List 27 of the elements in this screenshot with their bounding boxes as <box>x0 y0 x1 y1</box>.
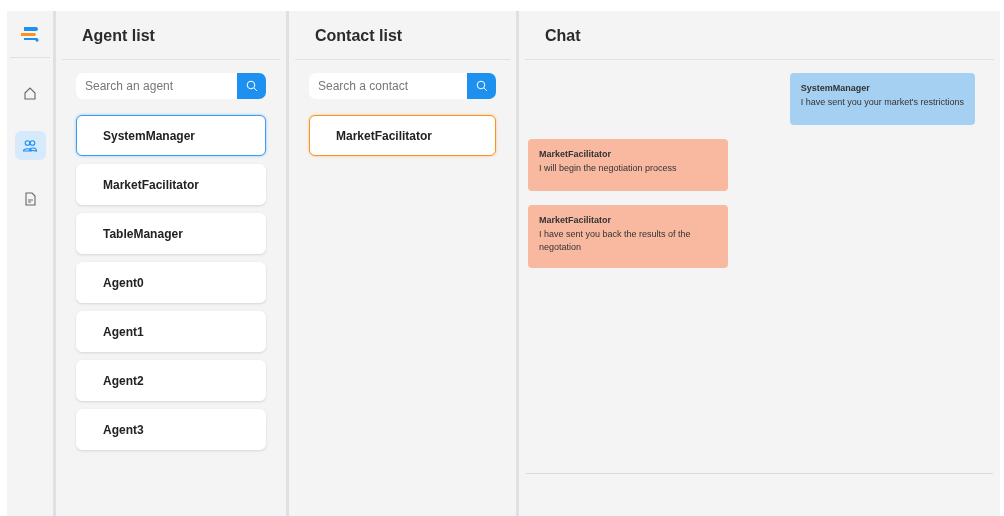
nav-button[interactable] <box>14 131 46 160</box>
message-text: I have sent you your market's restrictions <box>800 95 964 109</box>
search-button[interactable] <box>467 73 496 99</box>
search-icon <box>245 80 258 92</box>
message-text: I will begin the negotiation process <box>539 161 678 175</box>
list-item[interactable]: Agent0 <box>76 262 266 303</box>
search-field[interactable]: Search an agent <box>76 73 237 99</box>
list-item[interactable]: TableManager <box>76 213 266 254</box>
list-item[interactable]: SystemManager <box>76 115 266 156</box>
document-icon <box>22 190 38 207</box>
panel-title: Chat <box>545 26 582 46</box>
list-item[interactable]: Agent3 <box>76 409 266 450</box>
list-item[interactable]: Agent2 <box>76 360 266 401</box>
list-item[interactable]: Agent1 <box>76 311 266 352</box>
message-sender: SystemManager <box>800 82 871 95</box>
list-item[interactable]: MarketFacilitator <box>309 115 496 156</box>
message-sender: MarketFacilitator <box>539 148 613 161</box>
users-icon <box>22 137 38 154</box>
search-icon <box>475 80 488 92</box>
message-sender: MarketFacilitator <box>539 214 613 227</box>
search-button[interactable] <box>237 73 266 99</box>
search-field[interactable]: Search a contact <box>309 73 467 99</box>
panel-title: Contact list <box>315 26 404 46</box>
panel-title: Agent list <box>82 26 156 46</box>
list-item[interactable]: MarketFacilitator <box>76 164 266 205</box>
logo-icon <box>21 25 39 43</box>
message-text: I have sent you back the results of the negotation <box>539 227 692 254</box>
